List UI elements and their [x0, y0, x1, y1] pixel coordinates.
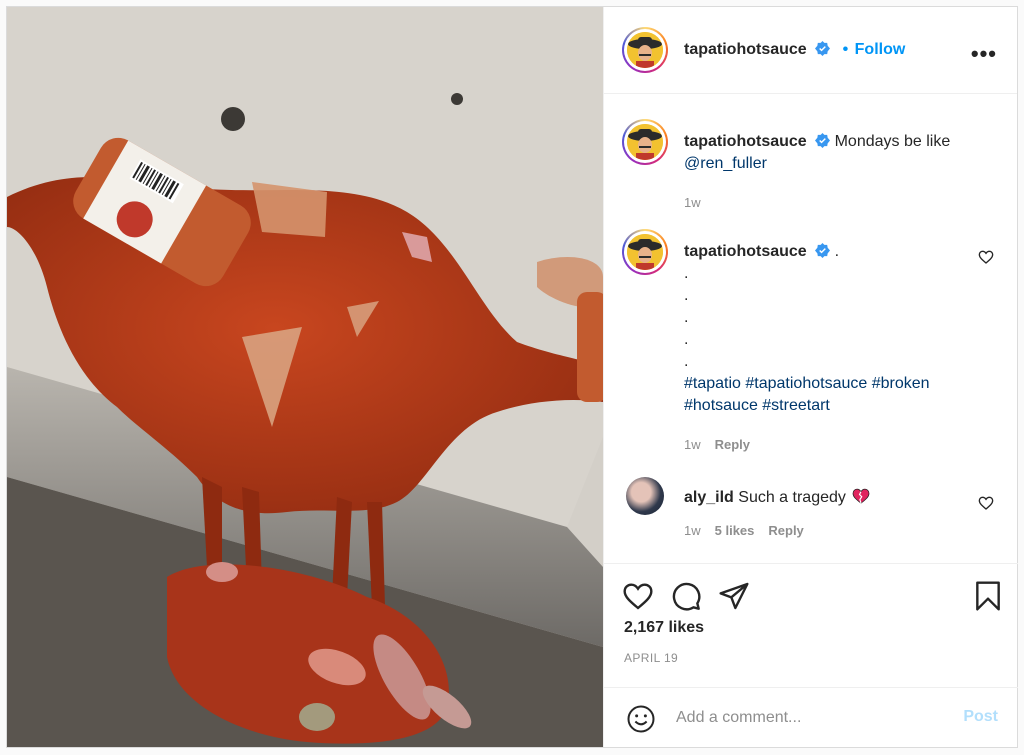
post-date[interactable]: APRIL 19 [624, 651, 678, 665]
comment-time: 1w [684, 437, 701, 452]
hashtags-line[interactable]: #tapatio #tapatiohotsauce #broken [684, 375, 930, 392]
verified-badge-icon [815, 243, 831, 258]
share-icon[interactable] [718, 580, 750, 612]
comment-meta: 1w Reply [684, 437, 750, 452]
post-side-panel: tapatiohotsauce • Follow ••• tapatiohots… [603, 7, 1018, 748]
comment-dot-line: . [834, 243, 840, 260]
caption-author-name[interactable]: tapatiohotsauce [684, 133, 807, 150]
heart-icon[interactable] [622, 580, 654, 612]
verified-badge-icon [815, 41, 831, 56]
spilled-hot-sauce-image [7, 7, 603, 747]
comment-author-avatar[interactable] [622, 229, 668, 275]
caption-body: Mondays be like [834, 133, 951, 150]
tapatio-logo-icon [627, 234, 663, 270]
reply-button[interactable]: Reply [768, 523, 803, 538]
post-actions [604, 563, 1018, 611]
comment-icon[interactable] [670, 580, 702, 612]
comment-dot-line: . [684, 287, 689, 304]
tapatio-logo-icon [627, 32, 663, 68]
author-avatar[interactable] [622, 27, 668, 73]
comment-text: tapatiohotsauce . . . . . . #tapatio #ta… [684, 241, 984, 417]
comment-author-name[interactable]: tapatiohotsauce [684, 243, 807, 260]
caption-text: tapatiohotsauce Mondays be like @ren_ful… [684, 131, 994, 175]
caption-time: 1w [684, 195, 701, 210]
comment-like-heart-icon[interactable] [978, 249, 994, 265]
emoji-icon[interactable] [626, 704, 656, 734]
comment-body: Such a tragedy [738, 489, 846, 506]
instagram-post: tapatiohotsauce • Follow ••• tapatiohots… [6, 6, 1018, 748]
header-title-row: tapatiohotsauce • Follow [684, 41, 905, 59]
more-options-icon[interactable]: ••• [971, 41, 997, 67]
add-comment-bar: Post [604, 687, 1018, 748]
comment-text: aly_ild Such a tragedy [684, 487, 984, 509]
post-header: tapatiohotsauce • Follow ••• [604, 7, 1017, 94]
post-photo[interactable] [7, 7, 603, 747]
hashtags-line[interactable]: #hotsauce #streetart [684, 397, 830, 414]
likes-count[interactable]: 2,167 likes [624, 619, 704, 637]
comment-input[interactable] [674, 706, 948, 730]
header-dot-separator: • [842, 41, 849, 58]
comment-time: 1w [684, 523, 701, 538]
comment-author-name[interactable]: aly_ild [684, 489, 734, 506]
comment-dot-line: . [684, 353, 689, 370]
caption-author-avatar[interactable] [622, 119, 668, 165]
header-author-name[interactable]: tapatiohotsauce [684, 41, 807, 58]
caption-mention-link[interactable]: @ren_fuller [684, 155, 767, 172]
follow-button[interactable]: Follow [855, 41, 906, 58]
verified-badge-icon [815, 133, 831, 148]
comment-like-heart-icon[interactable] [978, 495, 994, 511]
commenter-avatar[interactable] [626, 477, 664, 515]
comment-dot-line: . [684, 265, 689, 282]
comment-dot-line: . [684, 331, 689, 348]
comment-meta: 1w 5 likes Reply [684, 523, 804, 538]
reply-button[interactable]: Reply [715, 437, 750, 452]
post-comment-button[interactable]: Post [963, 708, 998, 726]
comment-likes-count[interactable]: 5 likes [715, 523, 755, 538]
tapatio-logo-icon [627, 124, 663, 160]
bookmark-icon[interactable] [972, 580, 1004, 612]
broken-heart-icon [852, 488, 870, 504]
comment-dot-line: . [684, 309, 689, 326]
